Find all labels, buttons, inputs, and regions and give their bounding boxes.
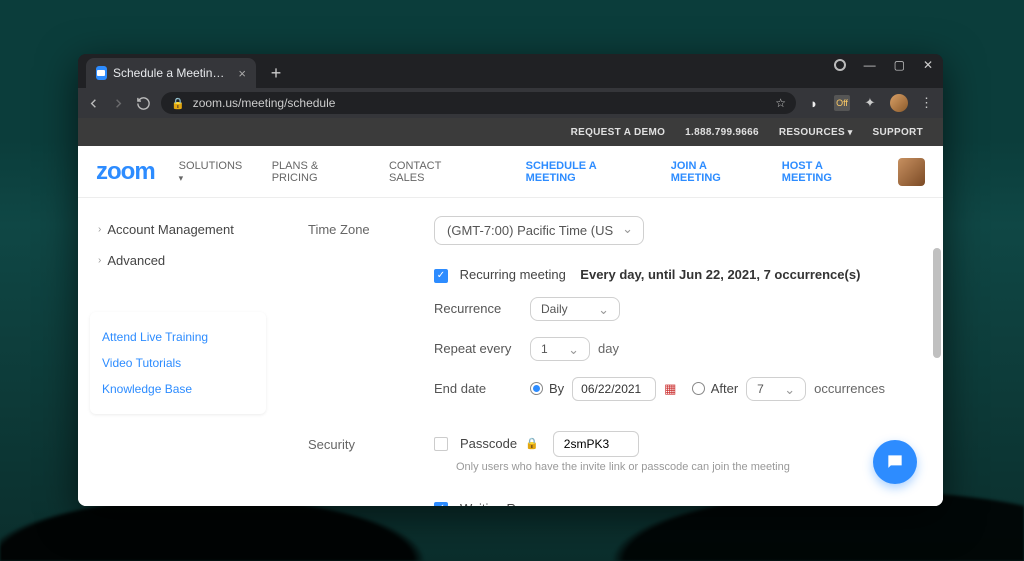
recurrence-select[interactable]: Daily bbox=[530, 297, 620, 321]
forward-button[interactable] bbox=[111, 96, 126, 111]
end-date-input[interactable] bbox=[572, 377, 656, 401]
recurring-label: Recurring meeting bbox=[460, 267, 566, 282]
chat-fab[interactable] bbox=[873, 440, 917, 484]
profile-avatar[interactable] bbox=[890, 94, 908, 112]
nav-plans[interactable]: PLANS & PRICING bbox=[272, 160, 365, 184]
occurrences-unit: occurrences bbox=[814, 381, 885, 396]
chevron-right-icon: › bbox=[98, 255, 101, 266]
end-by-label: By bbox=[549, 381, 564, 396]
recurrence-value: Daily bbox=[541, 302, 568, 316]
extensions-puzzle-icon[interactable]: ✦ bbox=[862, 95, 878, 111]
end-after-label: After bbox=[711, 381, 738, 396]
timezone-select[interactable]: (GMT-7:00) Pacific Time (US an bbox=[434, 216, 644, 245]
timezone-row: Time Zone (GMT-7:00) Pacific Time (US an bbox=[308, 216, 913, 245]
resources-menu[interactable]: RESOURCES bbox=[779, 127, 853, 138]
repeat-unit: day bbox=[598, 341, 619, 356]
end-date-label: End date bbox=[434, 381, 530, 396]
passcode-line: Passcode 🔒 bbox=[434, 431, 639, 457]
end-date-row: End date By ▦ After 7 occurrences bbox=[434, 377, 913, 401]
nav-schedule[interactable]: SCHEDULE A MEETING bbox=[526, 160, 647, 184]
passcode-help: Only users who have the invite link or p… bbox=[456, 461, 913, 473]
support-link[interactable]: SUPPORT bbox=[873, 127, 923, 138]
passcode-checkbox[interactable] bbox=[434, 437, 448, 451]
passcode-label: Passcode bbox=[460, 436, 517, 451]
help-training-link[interactable]: Attend Live Training bbox=[98, 324, 258, 350]
tab-close-icon[interactable]: × bbox=[238, 66, 246, 81]
passcode-input[interactable] bbox=[553, 431, 639, 457]
lock-icon: 🔒 bbox=[525, 437, 539, 450]
nav-solutions[interactable]: SOLUTIONS bbox=[179, 160, 248, 184]
waiting-room-label: Waiting Room bbox=[460, 501, 541, 506]
zoom-main-nav: zoom SOLUTIONS PLANS & PRICING CONTACT S… bbox=[78, 146, 943, 198]
security-row: Security Passcode 🔒 Only users who have … bbox=[308, 431, 913, 506]
recurring-checkbox[interactable] bbox=[434, 269, 448, 283]
timezone-label: Time Zone bbox=[308, 216, 434, 237]
help-card: Attend Live Training Video Tutorials Kno… bbox=[90, 312, 266, 414]
schedule-form: Time Zone (GMT-7:00) Pacific Time (US an… bbox=[278, 198, 943, 506]
sidebar-item-account[interactable]: › Account Management bbox=[90, 216, 266, 243]
back-button[interactable] bbox=[86, 96, 101, 111]
chat-icon bbox=[885, 452, 905, 472]
zoom-utility-bar: REQUEST A DEMO 1.888.799.9666 RESOURCES … bbox=[78, 118, 943, 146]
recurring-summary: Every day, until Jun 22, 2021, 7 occurre… bbox=[580, 267, 860, 282]
browser-toolbar: 🔒 zoom.us/meeting/schedule ☆ ◗ Off ✦ ⋮ bbox=[78, 88, 943, 118]
extension-icon[interactable]: Off bbox=[834, 95, 850, 111]
occurrences-value: 7 bbox=[757, 382, 764, 396]
sidebar-item-advanced[interactable]: › Advanced bbox=[90, 247, 266, 274]
calendar-icon[interactable]: ▦ bbox=[664, 381, 676, 397]
window-controls: — ▢ ✕ bbox=[834, 58, 933, 72]
url-text: zoom.us/meeting/schedule bbox=[193, 96, 768, 110]
zoom-favicon-icon bbox=[96, 66, 107, 80]
new-tab-button[interactable]: + bbox=[264, 61, 288, 85]
bookmark-star-icon[interactable]: ☆ bbox=[775, 96, 786, 110]
browser-menu-icon[interactable]: ⋮ bbox=[920, 95, 935, 111]
recurrence-row: Recurrence Daily bbox=[434, 297, 913, 321]
page-viewport: REQUEST A DEMO 1.888.799.9666 RESOURCES … bbox=[78, 118, 943, 506]
end-after-radio[interactable] bbox=[692, 382, 705, 395]
waiting-room-checkbox[interactable] bbox=[434, 502, 448, 506]
sidebar-item-label: Advanced bbox=[107, 253, 165, 268]
request-demo-link[interactable]: REQUEST A DEMO bbox=[571, 127, 666, 138]
nav-contact[interactable]: CONTACT SALES bbox=[389, 160, 478, 184]
browser-window: Schedule a Meeting - Zoom × + — ▢ ✕ 🔒 zo… bbox=[78, 54, 943, 506]
recurring-row: Recurring meeting Every day, until Jun 2… bbox=[308, 267, 913, 417]
zoom-logo[interactable]: zoom bbox=[96, 158, 155, 186]
security-label: Security bbox=[308, 431, 434, 452]
account-indicator-icon[interactable] bbox=[834, 59, 846, 71]
help-tutorials-link[interactable]: Video Tutorials bbox=[98, 350, 258, 376]
browser-titlebar: Schedule a Meeting - Zoom × + — ▢ ✕ bbox=[78, 54, 943, 88]
close-window-button[interactable]: ✕ bbox=[923, 58, 933, 72]
page-scrollbar[interactable] bbox=[931, 198, 943, 506]
recurrence-label: Recurrence bbox=[434, 301, 530, 316]
user-avatar[interactable] bbox=[898, 158, 925, 186]
browser-tab[interactable]: Schedule a Meeting - Zoom × bbox=[86, 58, 256, 88]
phone-link[interactable]: 1.888.799.9666 bbox=[685, 127, 759, 138]
chevron-right-icon: › bbox=[98, 224, 101, 235]
occurrences-select[interactable]: 7 bbox=[746, 377, 806, 401]
repeat-select[interactable]: 1 bbox=[530, 337, 590, 361]
nav-host[interactable]: HOST A MEETING bbox=[782, 160, 874, 184]
reload-button[interactable] bbox=[136, 96, 151, 111]
waiting-room-line: Waiting Room bbox=[434, 501, 541, 506]
minimize-button[interactable]: — bbox=[864, 58, 876, 72]
help-kb-link[interactable]: Knowledge Base bbox=[98, 376, 258, 402]
lock-icon: 🔒 bbox=[171, 97, 185, 110]
settings-sidebar: › Account Management › Advanced Attend L… bbox=[78, 198, 278, 506]
tab-title: Schedule a Meeting - Zoom bbox=[113, 66, 228, 80]
repeat-row: Repeat every 1 day bbox=[434, 337, 913, 361]
maximize-button[interactable]: ▢ bbox=[894, 58, 905, 72]
address-bar[interactable]: 🔒 zoom.us/meeting/schedule ☆ bbox=[161, 92, 796, 114]
repeat-value: 1 bbox=[541, 342, 548, 356]
nav-join[interactable]: JOIN A MEETING bbox=[671, 160, 758, 184]
repeat-label: Repeat every bbox=[434, 341, 530, 356]
scrollbar-thumb[interactable] bbox=[933, 248, 941, 358]
timezone-value: (GMT-7:00) Pacific Time (US an bbox=[447, 223, 615, 238]
end-by-radio[interactable] bbox=[530, 382, 543, 395]
extension-icon[interactable]: ◗ bbox=[806, 95, 822, 111]
sidebar-item-label: Account Management bbox=[107, 222, 233, 237]
extension-tray: ◗ Off ✦ ⋮ bbox=[806, 94, 935, 112]
page-body: › Account Management › Advanced Attend L… bbox=[78, 198, 943, 506]
